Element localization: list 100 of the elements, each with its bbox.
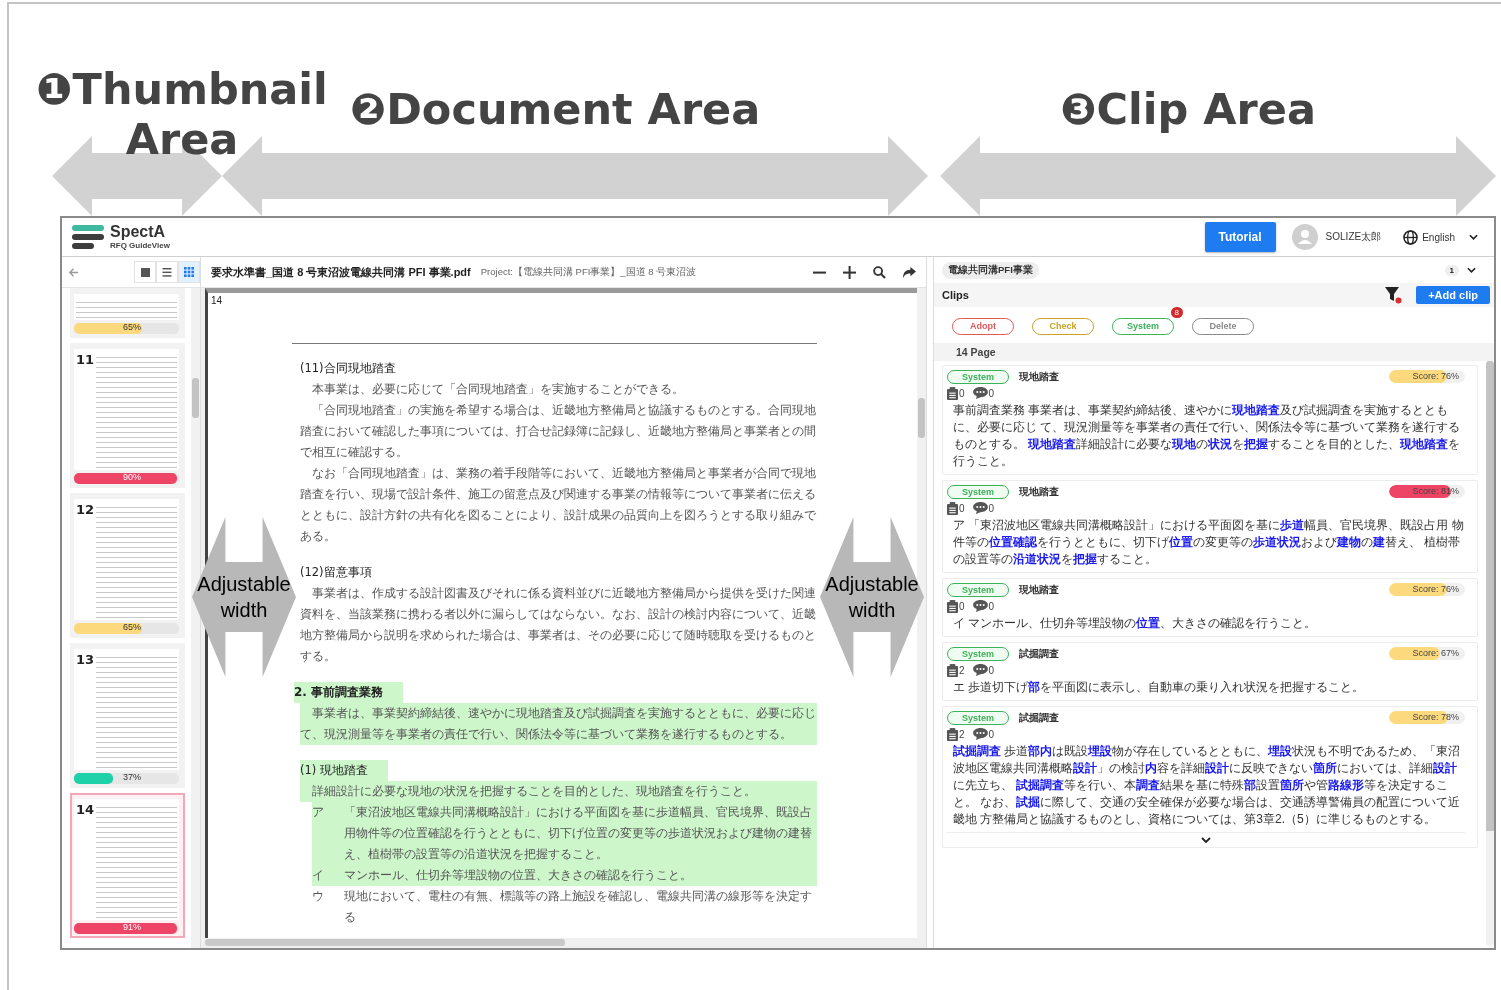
clip-title: 現地踏査 (1019, 582, 1060, 597)
list-view-button[interactable] (156, 261, 178, 283)
thumbnail-card[interactable]: 12 65% (70, 493, 185, 638)
clipboard-icon (947, 727, 958, 741)
comment-count: 0 (988, 502, 995, 514)
project-tag[interactable]: 電線共同溝PFI事業 (942, 261, 1039, 279)
list-item-text: 「東沼波地区電線共同溝概略設計」における平面図を基に歩道幅員、官民境界、既設占用物件等の位置確認を行うとともに、切下げ位置の変更等の歩道状況および建物の建替え、植樹帯の設置等の沿道状況を把握すること。 (344, 802, 817, 865)
single-page-view-button[interactable] (134, 261, 156, 283)
tutorial-button[interactable]: Tutorial (1204, 222, 1276, 252)
clip-text: ア 「東沼波地区電線共同溝概略設計」における平面図を基に歩道幅員、官民境界、既設占用 物件等の位置確認を行うとともに、切下げ位置の変更等の歩道状況および建物の建替え、 植樹帯の設置等の沿道状況を把握すること。 (952, 516, 1465, 568)
paragraph: 事業者は、事業契約締結後、速やかに現地踏査及び試掘調査を実施するとともに、必要に応じて、現況測量等を事業者の責任で行い、関係法令等に基づいて業務を遂行するものとする。 (300, 703, 817, 745)
scrollbar[interactable] (1486, 360, 1494, 946)
source-tag: System (947, 646, 1010, 661)
annotation-label: Adjustable width (196, 572, 292, 623)
paragraph: 「合同現地踏査」の実施を希望する場合は、近畿地方整備局と協議するものとする。合同現地踏査において確認した事項については、打合せ記録簿に記録し、近畿地方整備局と事業者との間で相互に確認する。 (300, 402, 817, 461)
source-tag: System (947, 484, 1010, 499)
chevron-down-icon[interactable] (1467, 267, 1476, 273)
area-title: Document Area (386, 84, 761, 134)
clip-title: 試掘調査 (1019, 710, 1060, 725)
thumbnail-card[interactable]: 13 37% (70, 643, 185, 788)
thumbnail-card[interactable]: 11 90% (70, 343, 185, 488)
clip-count: 2 (959, 728, 965, 740)
score-label: 90% (122, 472, 141, 482)
source-tag: System (947, 369, 1010, 384)
list-item-text: マンホール、仕切弁等埋設物の位置、大きさの確認を行うこと。 (344, 865, 817, 886)
source-tag: System (947, 710, 1010, 725)
subsection-heading: (1) 現地踏査 (300, 760, 388, 781)
add-clip-button[interactable]: +Add clip (1416, 286, 1490, 304)
comment-icon (972, 502, 988, 514)
filter-icon[interactable] (1384, 286, 1403, 304)
logo-icon (70, 223, 106, 251)
score-label: 65% (122, 622, 141, 632)
share-arrow-icon[interactable] (903, 265, 916, 279)
clipboard-icon (947, 599, 958, 613)
page-number: 11 (75, 351, 94, 369)
score-label: 91% (122, 922, 141, 932)
clip-count: 0 (959, 600, 965, 612)
page-number: 14 (75, 801, 94, 819)
clip-count: 0 (959, 387, 965, 399)
subsection-heading: (11)合同現地踏査 (300, 360, 397, 377)
chevron-down-icon[interactable] (1201, 836, 1211, 843)
paragraph: なお「合同現地踏査」は、業務の着手段階等において、近畿地方整備局と事業者が合同で現地踏査を行い、現場で設計条件、施工の留意点及び関連する事業の情報等について事業者に伝えるとともに、設計方針の共有化を図ることにより、設計成果の品質向上を図ろうとする取り組みである。 (300, 465, 817, 545)
source-tag: System (947, 582, 1010, 597)
horizontal-scrollbar[interactable] (205, 939, 565, 946)
clip-title: 現地踏査 (1019, 369, 1060, 384)
project-label: Project:【電線共同溝 PFI事業】_国道 8 号東沼波 (480, 265, 697, 279)
subsection-heading: (12)留意事項 (300, 564, 373, 581)
clipboard-icon (947, 663, 958, 677)
list-marker: ア (312, 802, 345, 865)
paragraph: 本事業は、必要に応じて「合同現地踏査」を実施することができる。 (311, 381, 686, 398)
comment-icon (972, 664, 988, 676)
clip-card[interactable]: System 試掘調査 Score: 67% 2 0 エ 歩道切下げ部を平面図に表示し、自動車の乗り入れ状況を把握すること。 (942, 641, 1478, 701)
list-marker: ウ (312, 888, 325, 905)
grid-view-button[interactable] (178, 261, 200, 283)
comment-icon (972, 387, 988, 399)
clip-card[interactable] (942, 705, 1478, 848)
area-title: Clip Area (1096, 84, 1316, 134)
filter-chip[interactable]: Delete (1192, 317, 1254, 335)
grid-icon (184, 267, 194, 277)
zoom-in-icon[interactable] (843, 265, 856, 279)
area-number: ❶ (36, 64, 73, 114)
user-name[interactable]: SOLIZE太郎 (1325, 230, 1382, 244)
page-number: 12 (75, 501, 94, 519)
comment-count: 0 (988, 664, 995, 676)
square-icon (140, 267, 150, 277)
page-number: 14 (211, 295, 223, 306)
thumbnail-card[interactable]: 14 91% (70, 793, 185, 938)
comment-count: 0 (988, 600, 995, 612)
clipboard-icon (947, 386, 958, 400)
score-label: 37% (122, 772, 141, 782)
area-number: ❸ (1060, 84, 1097, 134)
area-number: ❷ (349, 84, 387, 134)
search-icon[interactable] (873, 265, 886, 279)
score-label: Score: 67% (1412, 648, 1459, 658)
list-marker: イ (312, 865, 345, 886)
language-selector[interactable]: English (1422, 231, 1455, 243)
comment-count: 0 (988, 728, 995, 740)
count-badge: 8 (1170, 307, 1183, 318)
file-name: 要求水準書_国道 8 号東沼波電線共同溝 PFI 事業.pdf (211, 264, 471, 280)
logo-tagline: RFQ GuideView (110, 242, 170, 250)
clip-count: 0 (959, 502, 965, 514)
clip-text: 事前調査業務 事業者は、事業契約締結後、速やかに現地踏査及び試掘調査を実施するとともに、必要に応じ て、現況測量等を事業者の責任で行い、関係法令等に基づいて業務を遂行するものとする。 現地踏査詳細設計に必要な現地の状況を把握することを目的とした、現地踏査を行うこと。 (952, 401, 1462, 470)
clip-text: エ 歩道切下げ部を平面図に表示し、自動車の乗り入れ状況を把握すること。 (952, 678, 1366, 696)
list-icon (162, 267, 172, 277)
logo-name: SpectA (110, 224, 167, 240)
thumbnail-card[interactable]: 65% (70, 288, 185, 338)
count-badge: 1 (1444, 264, 1459, 276)
comment-icon (972, 728, 988, 740)
comment-icon (972, 600, 988, 612)
filter-chip[interactable]: Adopt (952, 317, 1014, 335)
clip-text: 試掘調査 歩道部内は既設埋設物が存在しているとともに、埋設状況も不明であるため、「東沼波地区電線共同溝概略設計」の検討内容を詳細設計に反映できない箇所においては、詳細設計に先立ち、 試掘調査等を行い、本調査結果を基に特殊部設置箇所や管路線形等を決定すること。 なお、試掘に際して、交通の安全確保が必要な場合は、交通誘導警備員の配置について近畿地 方整備局と協議するものとし、資格については、第3章2.（5）に準じるものとする。 (952, 742, 1462, 828)
list-item-text: 現地において、電柱の有無、標識等の路上施設を確認し、電線共同溝の線形等を決定する (344, 888, 814, 926)
paragraph: 事業者は、作成する設計図書及びそれに係る資料並びに近畿地方整備局から提供を受けた関連資料を、当該業務に携わる者以外に漏らしてはならない。なお、設計の検討内容について、近畿地方整備局から説明を求められた場合は、事業者は、その必要に応じて随時聴取を受けるものとする。 (300, 585, 817, 665)
chevron-down-icon[interactable] (1469, 234, 1478, 240)
comment-count: 0 (988, 387, 995, 399)
area-title: Thumbnail Area (72, 64, 328, 164)
globe-icon[interactable] (1403, 229, 1419, 245)
back-arrow-icon[interactable] (68, 266, 79, 278)
panel-title: Clips (942, 289, 969, 301)
clipboard-icon (947, 501, 958, 515)
